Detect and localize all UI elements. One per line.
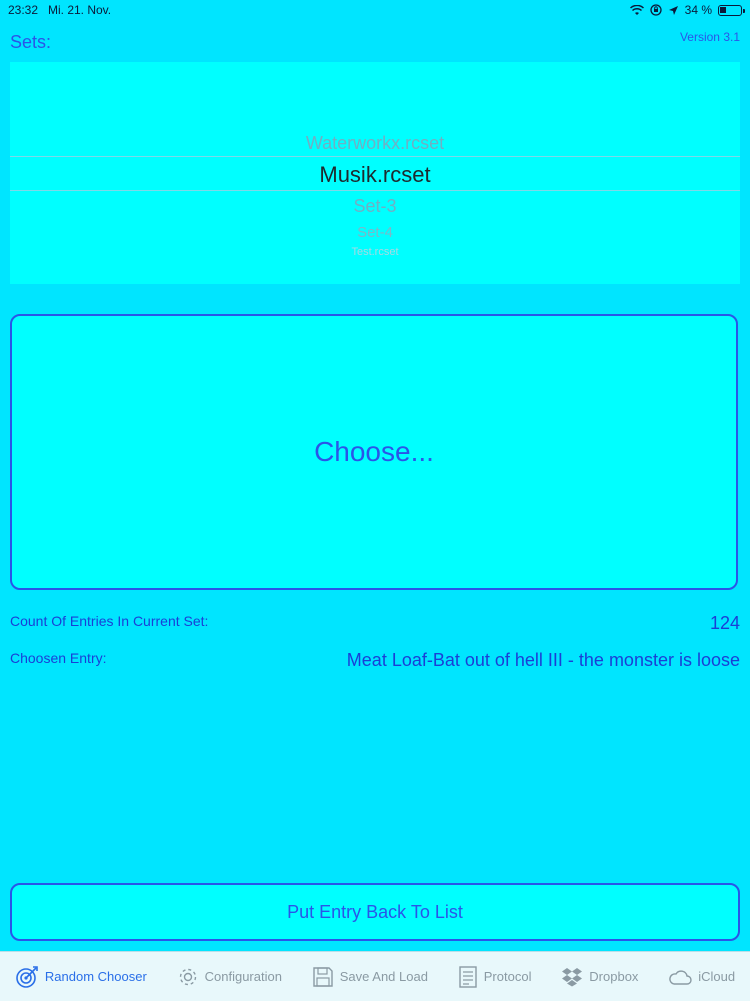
tab-label: iCloud: [698, 969, 736, 984]
status-date: Mi. 21. Nov.: [48, 3, 112, 17]
version-label: Version 3.1: [679, 30, 740, 44]
picker-item[interactable]: Set-4: [10, 224, 740, 241]
tab-label: Dropbox: [589, 969, 639, 984]
picker-item[interactable]: Set-3: [10, 196, 740, 217]
battery-percent: 34 %: [684, 3, 712, 17]
floppy-disk-icon: [312, 966, 334, 988]
target-icon: [15, 965, 39, 989]
tab-label: Random Chooser: [44, 969, 147, 984]
choose-button[interactable]: Choose...: [10, 314, 738, 590]
document-icon: [458, 965, 478, 988]
picker-selection-line-bottom: [10, 190, 740, 191]
tab-label: Configuration: [204, 969, 282, 984]
cloud-icon: [668, 968, 692, 986]
chosen-entry-value: Meat Loaf-Bat out of hell III - the mons…: [346, 650, 740, 670]
sets-label: Sets:: [10, 32, 52, 52]
wifi-icon: [629, 4, 644, 16]
picker-item[interactable]: Waterworkx.rcset: [10, 133, 740, 154]
tab-label: Protocol: [483, 969, 532, 984]
picker-selection-line-top: [10, 156, 740, 157]
set-picker[interactable]: Waterworkx.rcset Musik.rcset Set-3 Set-4…: [10, 62, 740, 284]
count-label: Count Of Entries In Current Set:: [10, 613, 209, 629]
count-value: 124: [709, 613, 740, 633]
location-icon: [668, 5, 679, 16]
status-time: 23:32: [8, 3, 39, 17]
battery-icon: [718, 4, 745, 16]
tab-bar: Random Chooser Configuration Save And Lo…: [0, 951, 750, 1001]
status-indicators: 34 %: [629, 3, 745, 17]
tab-label: Save And Load: [339, 969, 428, 984]
status-bar: 23:32 Mi. 21. Nov. 34 %: [0, 0, 750, 22]
tab-configuration[interactable]: Configuration: [177, 966, 282, 988]
picker-item[interactable]: Test.rcset: [10, 246, 740, 258]
put-entry-back-button[interactable]: Put Entry Back To List: [10, 883, 740, 941]
tab-icloud[interactable]: iCloud: [668, 968, 735, 986]
orientation-lock-icon: [649, 4, 662, 16]
picker-item-selected[interactable]: Musik.rcset: [10, 162, 740, 188]
choose-label: Choose...: [314, 436, 434, 467]
gear-icon: [177, 966, 199, 988]
tab-protocol[interactable]: Protocol: [458, 965, 532, 988]
tab-save-and-load[interactable]: Save And Load: [312, 966, 428, 988]
tab-random-chooser[interactable]: Random Chooser: [15, 965, 147, 989]
tab-dropbox[interactable]: Dropbox: [561, 967, 638, 987]
dropbox-icon: [561, 967, 583, 987]
chosen-entry-label: Choosen Entry:: [10, 650, 107, 666]
